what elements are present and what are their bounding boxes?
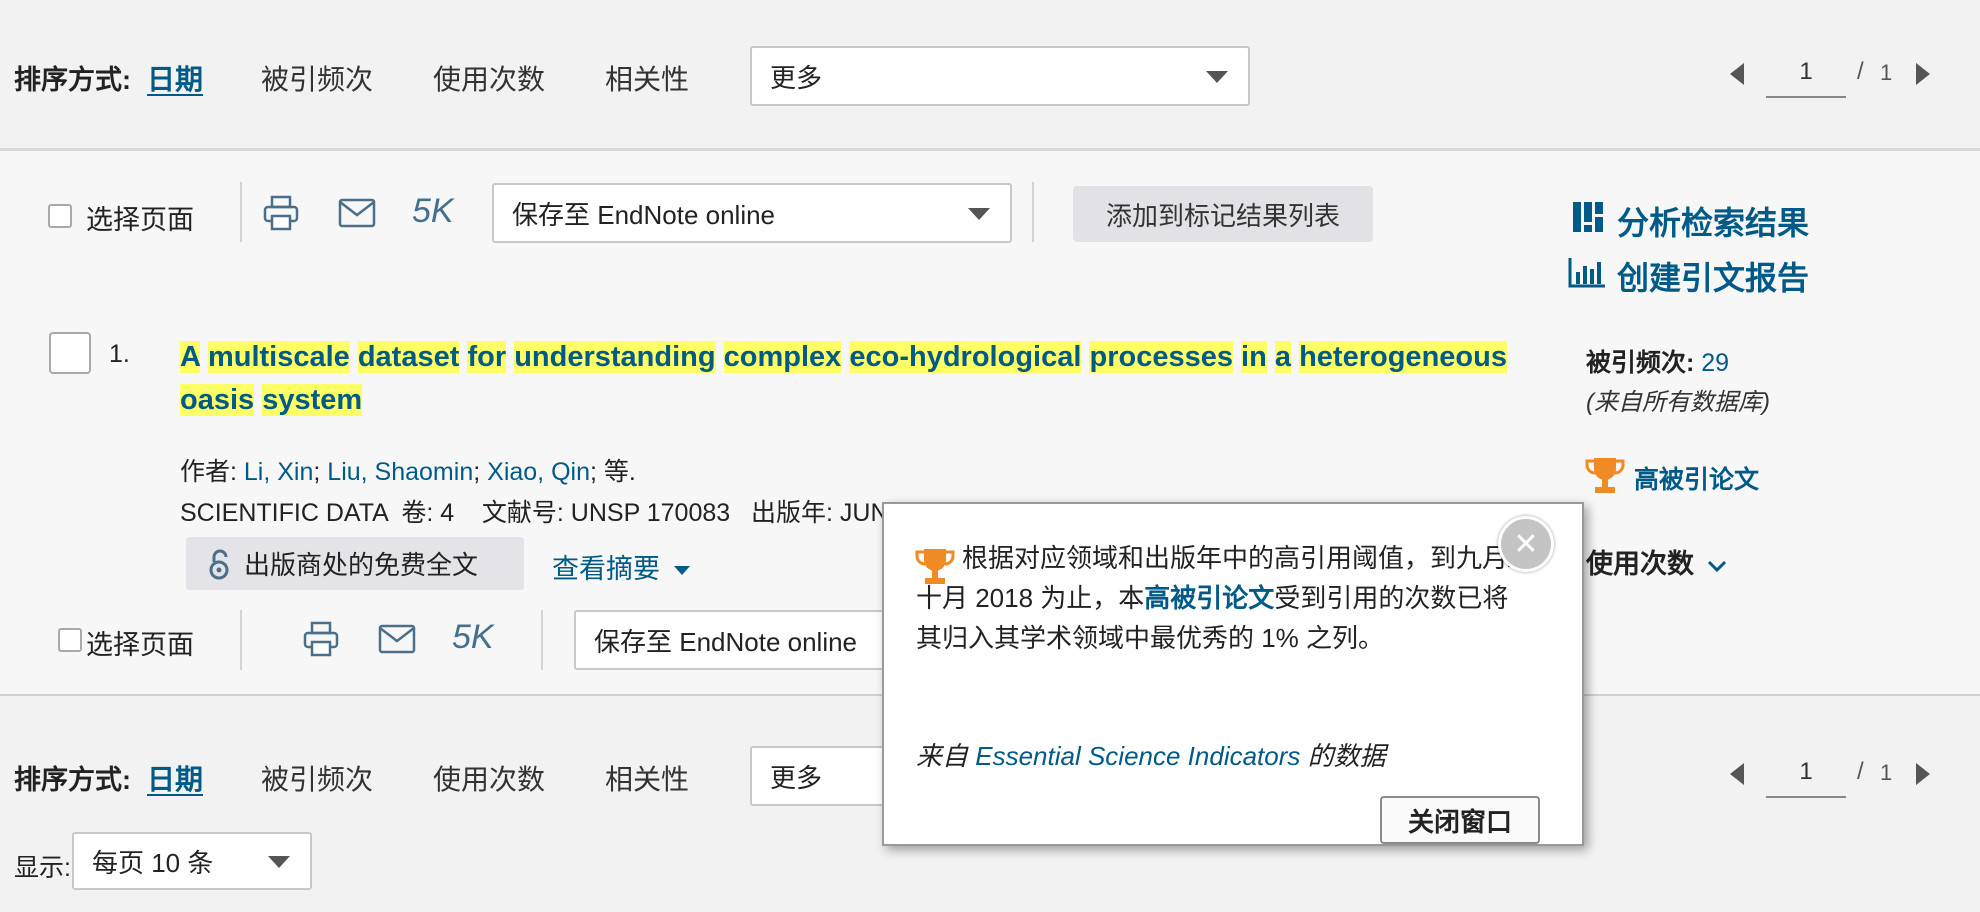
record-source: SCIENTIFIC DATA 卷: 4 文献号: UNSP 170083 出版…	[180, 499, 986, 527]
title-word: processes	[1089, 341, 1233, 373]
prev-page-icon[interactable]	[1730, 63, 1744, 85]
page-total: 1	[1880, 760, 1893, 785]
title-word: dataset	[357, 341, 460, 373]
export-5k-button-bottom[interactable]: 5K	[452, 618, 494, 657]
title-word: a	[1274, 341, 1292, 373]
title-word: understanding	[514, 341, 716, 373]
times-cited-note: (来自所有数据库)	[1586, 389, 1770, 416]
title-word: system	[262, 384, 363, 416]
popup-source-suffix: 的数据	[1300, 741, 1386, 771]
select-page-label-bottom: 选择页面	[86, 630, 194, 660]
author-link[interactable]: Liu, Shaomin	[327, 458, 473, 486]
caret-down-icon	[673, 566, 690, 576]
page-number-input[interactable]: 1	[1766, 58, 1846, 98]
title-word: in	[1241, 341, 1267, 373]
export-5k-button[interactable]: 5K	[412, 192, 454, 231]
sort-more-value: 更多	[770, 62, 823, 93]
divider	[1032, 182, 1034, 242]
trophy-icon	[1585, 458, 1625, 493]
save-to-value: 保存至 EndNote online	[512, 199, 776, 230]
divider	[240, 182, 242, 242]
analyze-results-icon[interactable]	[1572, 201, 1604, 233]
chevron-down-icon	[1707, 560, 1726, 573]
sort-option-relevance[interactable]: 相关性	[605, 58, 689, 98]
sort-label-bottom: 排序方式:	[14, 765, 131, 795]
create-citation-report-link[interactable]: 创建引文报告	[1617, 253, 1809, 299]
printer-icon[interactable]	[262, 194, 300, 232]
citation-report-icon[interactable]	[1568, 256, 1606, 288]
free-fulltext-label: 出版商处的免费全文	[244, 550, 479, 580]
save-to-select-bottom[interactable]: 保存至 EndNote online	[574, 610, 894, 670]
chevron-down-icon	[1206, 71, 1228, 83]
email-icon[interactable]	[338, 198, 376, 228]
sort-option-times-cited-bottom[interactable]: 被引频次	[261, 758, 373, 798]
title-word: heterogeneous	[1299, 341, 1507, 373]
record-authors: 作者: Li, Xin; Liu, Shaomin; Xiao, Qin; 等.	[180, 458, 636, 486]
title-word: multiscale	[207, 341, 350, 373]
times-cited-label: 被引频次:	[1586, 349, 1702, 377]
popup-source: 来自 Essential Science Indicators 的数据	[916, 736, 1386, 773]
authors-etc: ; 等.	[589, 458, 636, 486]
chevron-down-icon	[268, 856, 290, 868]
save-to-select[interactable]: 保存至 EndNote online	[492, 183, 1012, 243]
esi-link[interactable]: Essential Science Indicators	[975, 741, 1300, 771]
author-link[interactable]: Li, Xin	[244, 458, 313, 486]
author-link[interactable]: Xiao, Qin	[487, 458, 590, 486]
sort-more-value-bottom: 更多	[770, 762, 823, 793]
times-cited: 被引频次: 29	[1586, 343, 1729, 379]
close-window-button[interactable]: 关闭窗口	[1380, 796, 1540, 844]
open-access-icon	[209, 549, 229, 579]
next-page-icon[interactable]	[1916, 763, 1930, 785]
sort-label: 排序方式:	[14, 65, 131, 95]
view-abstract-label: 查看摘要	[552, 554, 660, 584]
record-checkbox[interactable]	[49, 332, 91, 374]
select-page-label: 选择页面	[86, 205, 194, 235]
email-icon[interactable]	[378, 624, 416, 654]
authors-label: 作者:	[180, 458, 244, 486]
sort-option-times-cited[interactable]: 被引频次	[261, 58, 373, 98]
close-icon[interactable]: ✕	[1498, 516, 1554, 572]
title-word: complex	[723, 341, 842, 373]
sort-option-date-bottom[interactable]: 日期	[147, 758, 203, 798]
divider	[541, 610, 543, 670]
next-page-icon[interactable]	[1916, 63, 1930, 85]
sort-option-relevance-bottom[interactable]: 相关性	[605, 758, 689, 798]
chevron-down-icon	[968, 208, 990, 220]
popup-source-prefix: 来自	[916, 741, 976, 771]
record-title-link[interactable]: A multiscale dataset for understanding c…	[180, 336, 1520, 422]
printer-icon[interactable]	[302, 620, 340, 658]
title-word: oasis	[180, 384, 255, 416]
sort-option-usage[interactable]: 使用次数	[433, 58, 545, 98]
highly-cited-link[interactable]: 高被引论文	[1634, 460, 1759, 496]
select-page-checkbox[interactable]	[48, 204, 72, 228]
title-word: for	[467, 341, 507, 373]
title-word: A	[180, 341, 200, 373]
view-abstract-link[interactable]: 查看摘要	[552, 547, 690, 586]
analyze-results-link[interactable]: 分析检索结果	[1617, 198, 1809, 244]
sort-option-usage-bottom[interactable]: 使用次数	[433, 758, 545, 798]
highly-cited-popup: 根据对应领域和出版年中的高引用阈值，到九月/十月 2018 为止，本高被引论文受…	[882, 502, 1584, 846]
sort-option-date[interactable]: 日期	[147, 58, 203, 98]
popup-highly-cited-link[interactable]: 高被引论文	[1144, 583, 1274, 613]
prev-page-icon[interactable]	[1730, 763, 1744, 785]
divider	[240, 610, 242, 670]
display-label: 显示:	[14, 854, 71, 882]
select-page-checkbox-bottom[interactable]	[58, 628, 82, 652]
popup-description: 根据对应领域和出版年中的高引用阈值，到九月/十月 2018 为止，本高被引论文受…	[916, 538, 1534, 658]
sort-more-select[interactable]: 更多	[750, 46, 1250, 106]
title-word: eco-hydrological	[849, 341, 1082, 373]
per-page-select[interactable]: 每页 10 条	[72, 832, 312, 890]
add-to-marked-list-button[interactable]: 添加到标记结果列表	[1073, 186, 1373, 242]
page-number-input-bottom[interactable]: 1	[1766, 758, 1846, 798]
page-total: 1	[1880, 60, 1893, 85]
per-page-value: 每页 10 条	[92, 847, 214, 878]
record-index: 1.	[109, 340, 130, 368]
page-separator: /	[1857, 758, 1864, 785]
page-separator: /	[1857, 58, 1864, 85]
times-cited-value-link[interactable]: 29	[1701, 349, 1729, 377]
usage-count-toggle[interactable]: 使用次数	[1586, 542, 1728, 581]
usage-count-label: 使用次数	[1586, 549, 1694, 579]
save-to-value-bottom: 保存至 EndNote online	[594, 626, 858, 657]
free-fulltext-button[interactable]: 出版商处的免费全文	[186, 537, 524, 590]
